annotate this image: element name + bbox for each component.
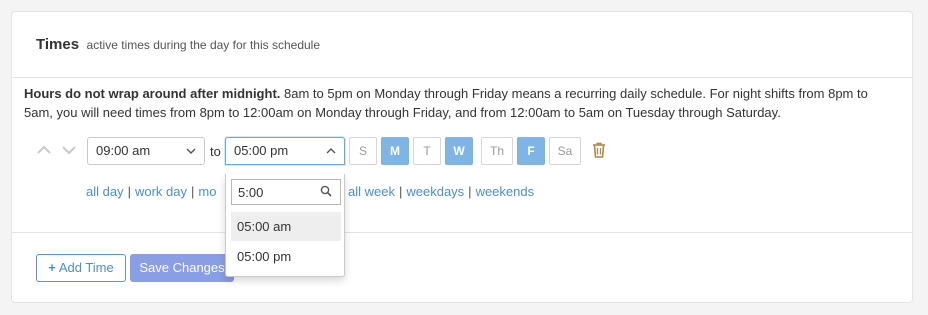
weekends-link[interactable]: weekends <box>476 184 535 199</box>
chevron-up-icon <box>326 148 336 154</box>
start-time-value: 09:00 am <box>96 143 151 158</box>
trash-icon[interactable] <box>592 142 606 158</box>
save-changes-label: Save Changes <box>139 260 225 275</box>
end-time-value: 05:00 pm <box>234 143 289 158</box>
notice-bold: Hours do not wrap around after midnight. <box>24 86 281 101</box>
header-divider <box>12 77 912 78</box>
link-separator: | <box>398 184 403 199</box>
day-toggle-tuesday[interactable]: T <box>413 137 441 165</box>
move-up-icon[interactable] <box>36 145 52 157</box>
section-title: Times <box>36 36 80 53</box>
weekdays-link[interactable]: weekdays <box>406 184 464 199</box>
section-subtitle: active times during the day for this sch… <box>86 38 321 52</box>
panel-header: Times active times during the day for th… <box>36 36 320 54</box>
dropdown-option-0500am[interactable]: 05:00 am <box>231 212 341 241</box>
end-time-dropdown: 05:00 am 05:00 pm <box>225 174 345 277</box>
add-time-button[interactable]: + Add Time <box>36 254 126 282</box>
day-toggle-wednesday[interactable]: W <box>445 137 473 165</box>
day-toggle-saturday[interactable]: Sa <box>549 137 581 165</box>
chevron-down-icon <box>186 148 196 154</box>
dropdown-option-0500pm[interactable]: 05:00 pm <box>231 242 341 271</box>
start-time-select[interactable]: 09:00 am <box>87 137 205 165</box>
quick-select-links: all day | work day | mo all week | weekdays | we… <box>86 184 534 199</box>
quick-links-right: all week | weekdays | weekends <box>348 184 534 199</box>
end-time-select[interactable]: 05:00 pm <box>225 137 345 165</box>
partial-link[interactable]: mo <box>198 184 216 199</box>
midnight-notice: Hours do not wrap around after midnight.… <box>24 84 884 122</box>
plus-icon: + <box>48 260 56 275</box>
day-toggle-sunday[interactable]: S <box>349 137 377 165</box>
all-day-link[interactable]: all day <box>86 184 124 199</box>
link-separator: | <box>127 184 131 199</box>
all-week-link[interactable]: all week <box>348 184 395 199</box>
day-toggle-thursday[interactable]: Th <box>481 137 513 165</box>
move-down-icon[interactable] <box>61 145 77 157</box>
add-time-label: Add Time <box>58 260 114 275</box>
footer-divider <box>12 232 912 233</box>
link-separator: | <box>191 184 195 199</box>
day-toggle-friday[interactable]: F <box>517 137 545 165</box>
search-icon <box>320 185 332 197</box>
link-separator: | <box>468 184 472 199</box>
work-day-link[interactable]: work day <box>135 184 187 199</box>
day-toggle-monday[interactable]: M <box>381 137 409 165</box>
save-changes-button[interactable]: Save Changes <box>130 254 234 282</box>
to-label: to <box>210 144 221 159</box>
